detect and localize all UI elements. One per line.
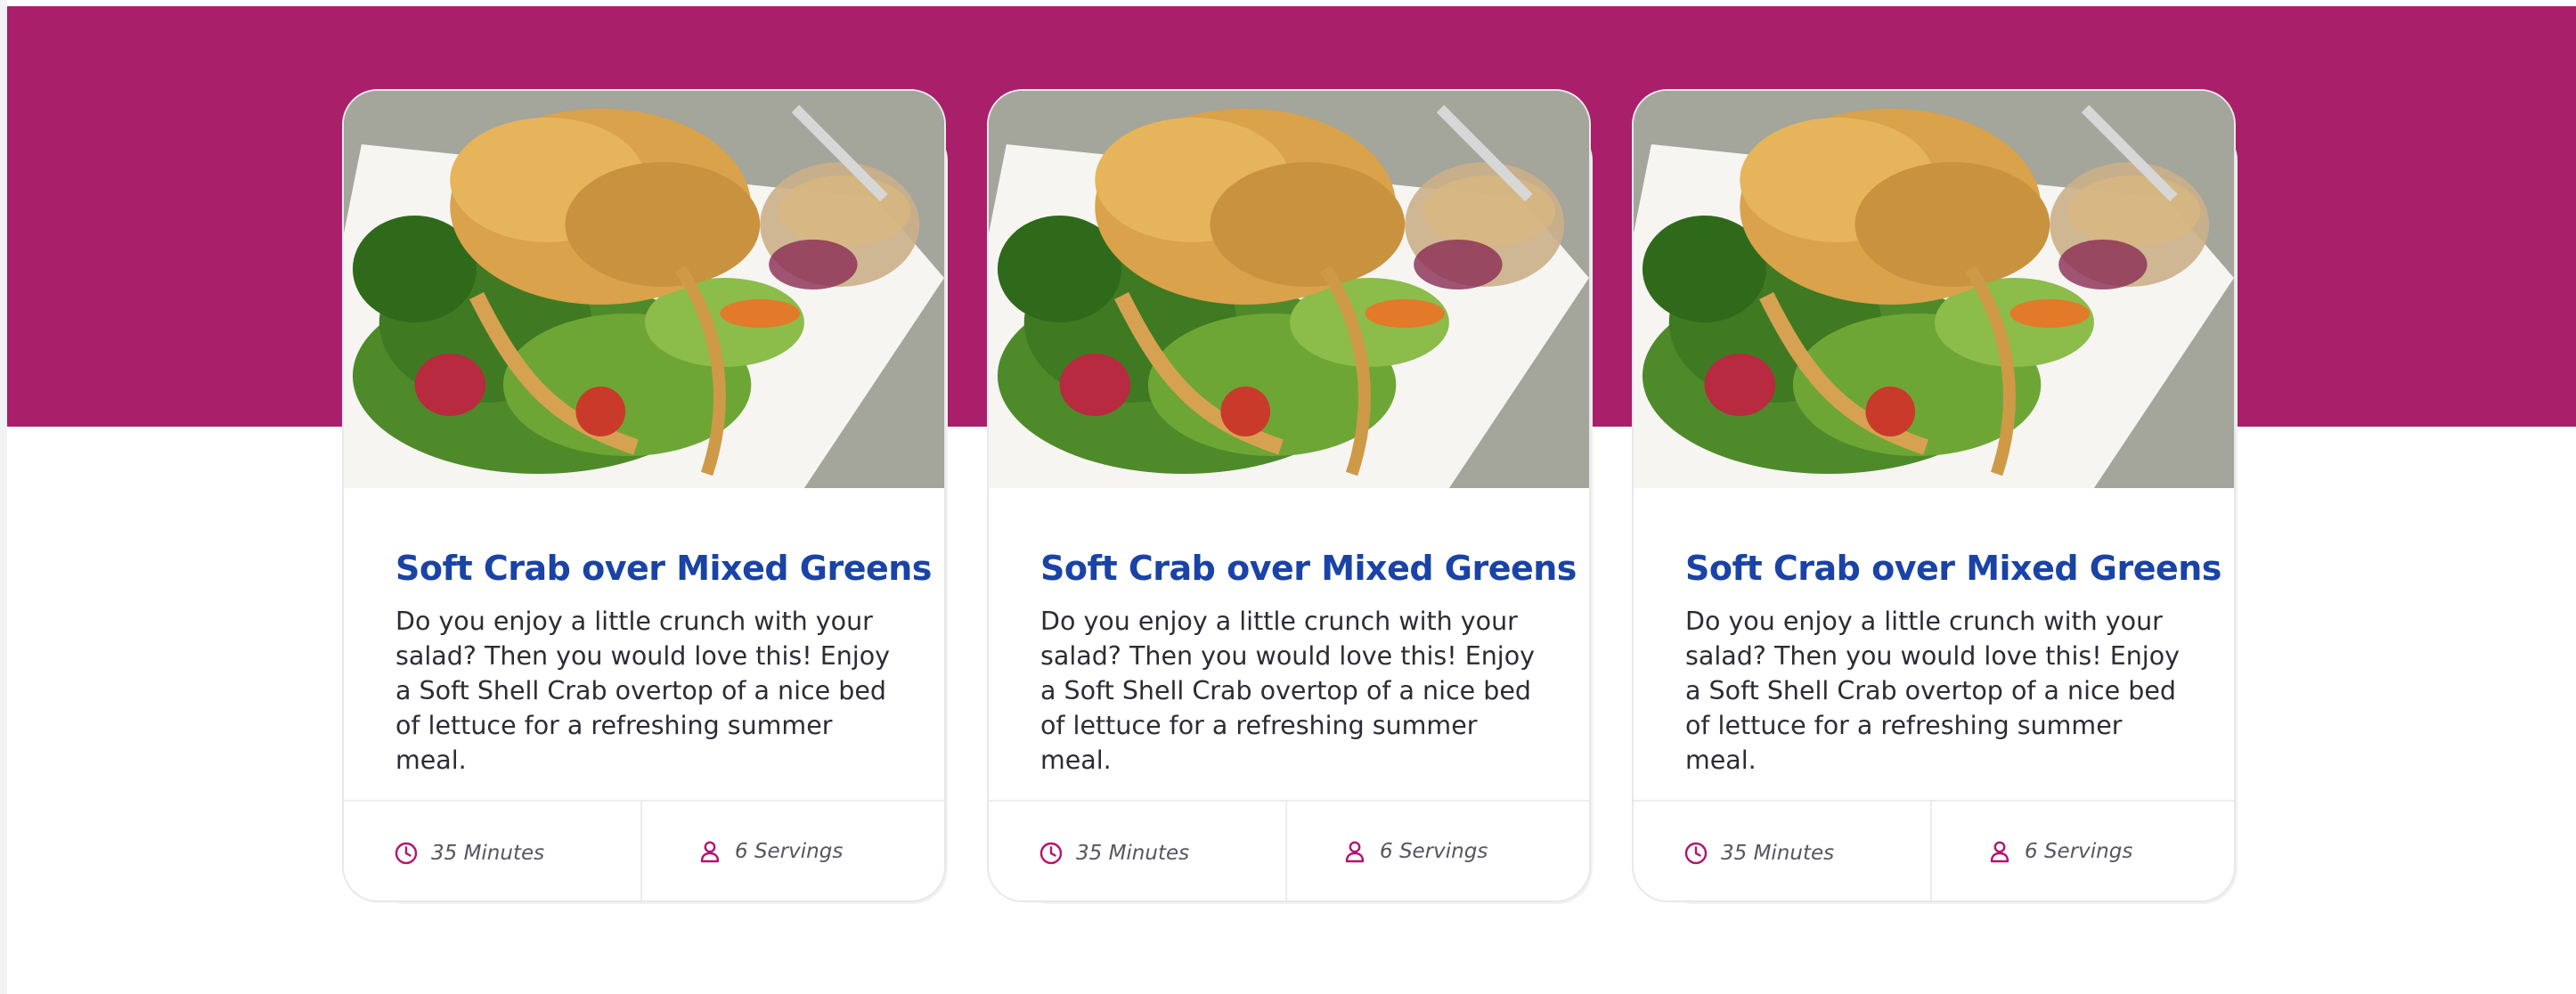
page-edge	[0, 0, 7, 994]
food-photo	[989, 91, 1589, 488]
recipe-card[interactable]: Soft Crab over Mixed Greens Do you enjoy…	[1632, 89, 2236, 902]
clock-icon	[394, 841, 419, 866]
recipe-meta: 35 Minutes 6 Servings	[1634, 800, 2234, 900]
recipe-title[interactable]: Soft Crab over Mixed Greens	[1040, 545, 1577, 591]
recipe-description: Do you enjoy a little crunch with your s…	[1685, 607, 2180, 775]
recipe-description: Do you enjoy a little crunch with your s…	[395, 607, 890, 775]
recipe-card[interactable]: Soft Crab over Mixed Greens Do you enjoy…	[987, 89, 1591, 902]
person-icon	[697, 839, 722, 864]
recipe-image[interactable]	[1634, 91, 2234, 488]
clock-icon	[1683, 841, 1708, 866]
recipe-time-text: 35 Minutes	[431, 841, 545, 865]
recipe-servings-text: 6 Servings	[1380, 839, 1488, 863]
card-body: Soft Crab over Mixed Greens Do you enjoy…	[1685, 545, 2221, 778]
recipe-description: Do you enjoy a little crunch with your s…	[1040, 607, 1535, 775]
clock-icon	[1039, 841, 1064, 866]
recipe-servings: 6 Servings	[1285, 800, 1589, 900]
recipe-servings-text: 6 Servings	[2025, 839, 2133, 863]
recipe-time: 35 Minutes	[989, 802, 1285, 900]
recipe-servings: 6 Servings	[640, 800, 944, 900]
person-icon	[1987, 839, 2012, 864]
recipe-time: 35 Minutes	[1634, 802, 1930, 900]
page: Soft Crab over Mixed Greens Do you enjoy…	[0, 0, 2576, 994]
food-photo	[1634, 91, 2234, 488]
recipe-time: 35 Minutes	[344, 802, 640, 900]
recipe-card-wrapper: Soft Crab over Mixed Greens Do you enjoy…	[1632, 89, 2238, 904]
card-body: Soft Crab over Mixed Greens Do you enjoy…	[1040, 545, 1577, 778]
recipe-title[interactable]: Soft Crab over Mixed Greens	[1685, 545, 2221, 591]
recipe-servings-text: 6 Servings	[735, 839, 844, 863]
recipe-time-text: 35 Minutes	[1076, 841, 1190, 865]
recipe-card[interactable]: Soft Crab over Mixed Greens Do you enjoy…	[342, 89, 946, 902]
recipe-image[interactable]	[344, 91, 944, 488]
person-icon	[1342, 839, 1367, 864]
recipe-time-text: 35 Minutes	[1721, 841, 1835, 865]
recipe-image[interactable]	[989, 91, 1589, 488]
recipe-servings: 6 Servings	[1930, 800, 2234, 900]
recipe-card-wrapper: Soft Crab over Mixed Greens Do you enjoy…	[987, 89, 1593, 904]
food-photo	[344, 91, 944, 488]
recipe-card-wrapper: Soft Crab over Mixed Greens Do you enjoy…	[342, 89, 948, 904]
recipe-meta: 35 Minutes 6 Servings	[989, 800, 1589, 900]
recipe-meta: 35 Minutes 6 Servings	[344, 800, 944, 900]
card-body: Soft Crab over Mixed Greens Do you enjoy…	[395, 545, 932, 778]
recipe-title[interactable]: Soft Crab over Mixed Greens	[395, 545, 932, 591]
